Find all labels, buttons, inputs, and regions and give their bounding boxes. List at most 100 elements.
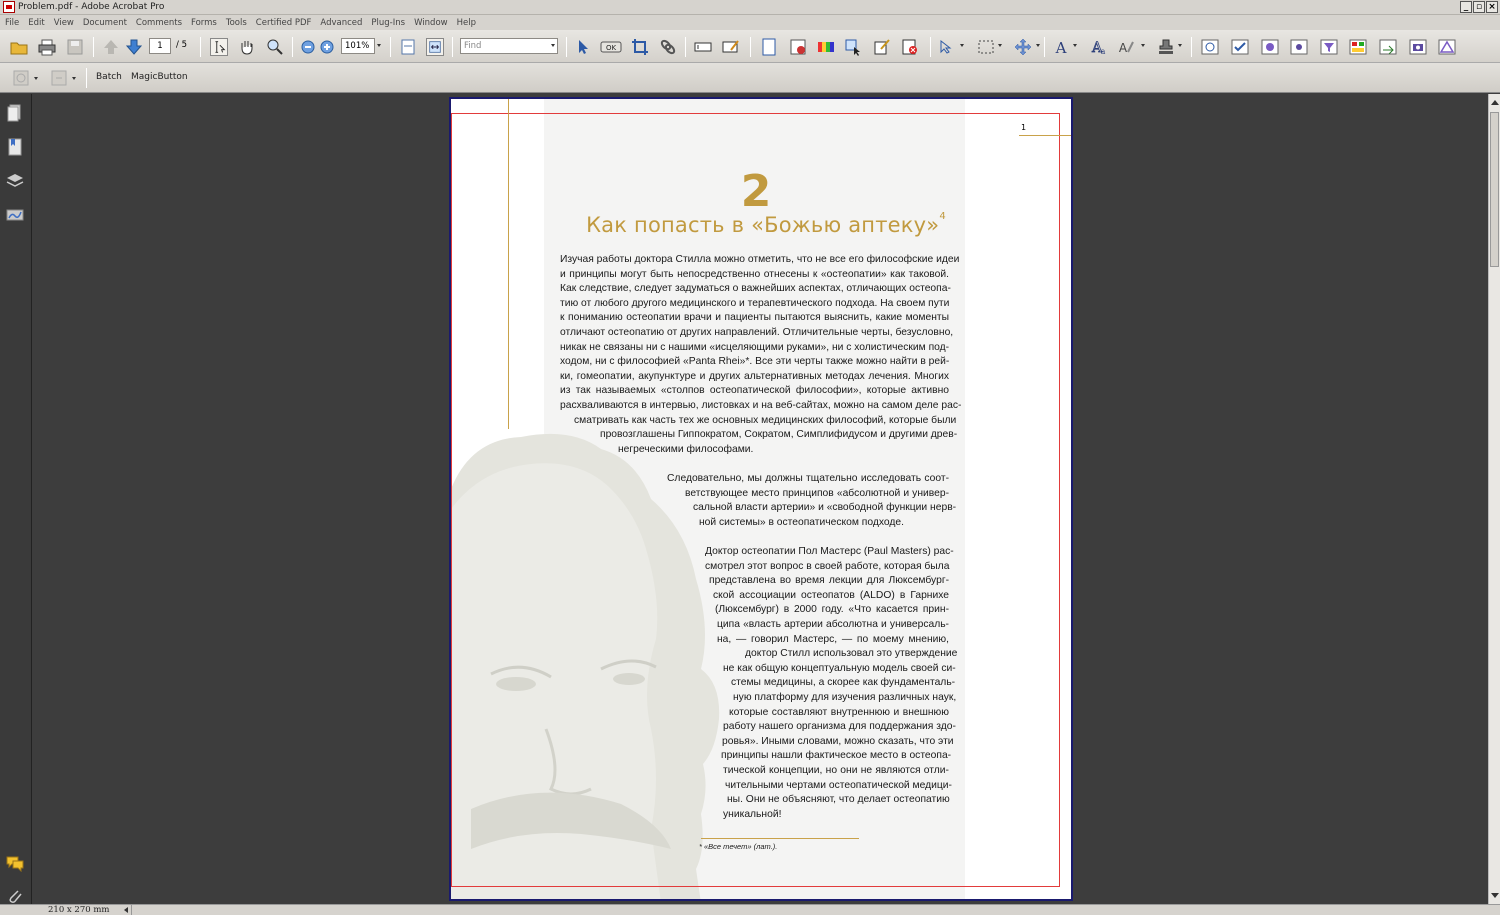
page-view-icon[interactable] bbox=[760, 38, 778, 56]
export-tool-icon[interactable] bbox=[1379, 38, 1397, 56]
print-icon[interactable] bbox=[38, 38, 56, 56]
minimize-button[interactable]: _ bbox=[1460, 1, 1472, 13]
layout-tool-icon[interactable] bbox=[1349, 38, 1367, 56]
chapter-title-text: Как попасть в «Божью аптеку» bbox=[586, 213, 940, 237]
highlight-tool-icon[interactable]: A bbox=[1117, 38, 1135, 56]
vertical-scrollbar[interactable] bbox=[1488, 94, 1500, 904]
arrow-annotation-icon[interactable] bbox=[938, 38, 956, 56]
paragraph-line: ветствующее место принципов «абсолютной … bbox=[685, 487, 949, 499]
title-bar: Problem.pdf - Adobe Acrobat Pro _ ▫ × bbox=[0, 0, 1500, 15]
secondary-toolbar bbox=[0, 63, 1500, 93]
open-folder-icon[interactable] bbox=[10, 38, 28, 56]
batch-button[interactable]: Batch bbox=[96, 72, 122, 82]
menu-advanced[interactable]: Advanced bbox=[320, 18, 362, 28]
color-separation-icon[interactable] bbox=[817, 38, 835, 56]
gold-vertical-rule bbox=[508, 99, 509, 429]
crop-tool-icon[interactable] bbox=[631, 38, 649, 56]
menu-view[interactable]: View bbox=[54, 18, 74, 28]
move-dropdown-arrow[interactable] bbox=[1036, 44, 1040, 47]
bookmarks-panel-icon[interactable] bbox=[6, 138, 24, 156]
layers-panel-icon[interactable] bbox=[6, 172, 24, 190]
fit-width-icon[interactable] bbox=[426, 38, 444, 56]
pdf-app-icon bbox=[3, 1, 15, 13]
pages-panel-icon[interactable] bbox=[6, 104, 24, 122]
batch-sequence-icon[interactable] bbox=[12, 69, 30, 87]
paragraph-line: ки, гомеопатии, акупунктуре и других аль… bbox=[560, 370, 949, 382]
filter-tool-icon[interactable] bbox=[1320, 38, 1338, 56]
save-icon[interactable] bbox=[66, 38, 84, 56]
rect-dropdown-arrow[interactable] bbox=[998, 44, 1002, 47]
find-dropdown-arrow[interactable] bbox=[551, 44, 555, 47]
restore-button[interactable]: ▫ bbox=[1473, 1, 1485, 13]
zoom-tool-icon[interactable] bbox=[266, 38, 284, 56]
paragraph-1: Изучая работы доктора Стилла можно отмет… bbox=[560, 253, 961, 457]
run-sequence-icon[interactable] bbox=[50, 69, 68, 87]
text-dropdown-arrow[interactable] bbox=[1073, 44, 1077, 47]
menu-plug-ins[interactable]: Plug-Ins bbox=[371, 18, 405, 28]
arrow-dropdown-arrow[interactable] bbox=[960, 44, 964, 47]
text-tool-icon[interactable]: A bbox=[1052, 38, 1070, 56]
paragraph-line: стемы медицины, а скорее как фундаментал… bbox=[731, 677, 956, 689]
move-tool-icon[interactable] bbox=[1014, 38, 1032, 56]
previous-page-icon[interactable] bbox=[102, 38, 120, 56]
comments-panel-icon[interactable] bbox=[6, 854, 24, 872]
run-sequence-dropdown[interactable] bbox=[72, 77, 76, 80]
edit-object-icon[interactable] bbox=[873, 38, 891, 56]
camera-tool-icon[interactable] bbox=[1409, 38, 1427, 56]
menu-certified-pdf[interactable]: Certified PDF bbox=[256, 18, 312, 28]
remove-object-icon[interactable] bbox=[901, 38, 919, 56]
touchup-text-icon[interactable] bbox=[722, 38, 740, 56]
scroll-down-arrow-icon[interactable] bbox=[1491, 893, 1499, 898]
preflight-icon[interactable] bbox=[789, 38, 807, 56]
select-object-icon[interactable] bbox=[574, 38, 592, 56]
magic-button[interactable]: MagicButton bbox=[131, 72, 188, 82]
text-field-tool-icon[interactable] bbox=[694, 38, 712, 56]
menu-tools[interactable]: Tools bbox=[226, 18, 247, 28]
next-page-icon[interactable] bbox=[125, 38, 143, 56]
footnote-rule bbox=[701, 838, 859, 839]
pdf-page: 1 2 Как попасть в «Божью аптеку»4 Изучая… bbox=[449, 97, 1073, 901]
menu-forms[interactable]: Forms bbox=[191, 18, 217, 28]
scrollbar-thumb[interactable] bbox=[1490, 112, 1499, 267]
paragraph-line: Доктор остеопатии Пол Мастерс (Paul Mast… bbox=[705, 546, 954, 557]
fit-page-icon[interactable] bbox=[399, 38, 417, 56]
stamp-dropdown-arrow[interactable] bbox=[1178, 44, 1182, 47]
footnote-text: * «Все течет» (лат.). bbox=[699, 842, 778, 851]
signatures-panel-icon[interactable] bbox=[6, 206, 24, 224]
check-tool-icon[interactable] bbox=[1231, 38, 1249, 56]
select-text-icon[interactable] bbox=[210, 38, 228, 56]
highlight-dropdown-arrow[interactable] bbox=[1141, 44, 1145, 47]
zoom-out-icon[interactable] bbox=[299, 38, 317, 56]
scroll-left-arrow-icon[interactable] bbox=[122, 905, 132, 915]
menu-edit[interactable]: Edit bbox=[28, 18, 44, 28]
ok-button-tool-icon[interactable]: OK bbox=[600, 38, 622, 56]
select-output-icon[interactable] bbox=[845, 38, 863, 56]
page-number-input[interactable]: 1 bbox=[149, 38, 171, 54]
paragraph-2: Следовательно, мы должны тщательно иссле… bbox=[667, 472, 956, 530]
menu-window[interactable]: Window bbox=[414, 18, 448, 28]
attachments-panel-icon[interactable] bbox=[6, 887, 24, 905]
warning-tool-icon[interactable] bbox=[1438, 38, 1456, 56]
preview-icon[interactable] bbox=[1201, 38, 1219, 56]
zoom-level-input[interactable]: 101% bbox=[341, 38, 375, 54]
find-input[interactable]: Find bbox=[460, 38, 558, 54]
font-tool-icon[interactable]: Aa bbox=[1089, 38, 1107, 56]
zoom-in-icon[interactable] bbox=[318, 38, 336, 56]
main-toolbar: 1 / 5 101% Find OK A Aa A bbox=[0, 30, 1500, 63]
menu-file[interactable]: File bbox=[5, 18, 19, 28]
stamp-tool-icon[interactable] bbox=[1157, 38, 1175, 56]
zoom-dropdown-arrow[interactable] bbox=[377, 44, 381, 47]
batch-sequence-dropdown[interactable] bbox=[34, 77, 38, 80]
fix-tool-icon[interactable] bbox=[1261, 38, 1279, 56]
paragraph-line: к пониманию остеопатии врачи и пациенты … bbox=[560, 312, 949, 324]
menu-help[interactable]: Help bbox=[457, 18, 476, 28]
link-tool-icon[interactable] bbox=[659, 38, 677, 56]
rectangle-select-icon[interactable] bbox=[977, 38, 995, 56]
status-bar: 210 x 270 mm bbox=[0, 904, 1500, 915]
scroll-up-arrow-icon[interactable] bbox=[1491, 100, 1499, 105]
hand-tool-icon[interactable] bbox=[238, 38, 256, 56]
close-button[interactable]: × bbox=[1486, 1, 1498, 13]
menu-document[interactable]: Document bbox=[83, 18, 127, 28]
menu-comments[interactable]: Comments bbox=[136, 18, 182, 28]
settings-tool-icon[interactable] bbox=[1290, 38, 1308, 56]
